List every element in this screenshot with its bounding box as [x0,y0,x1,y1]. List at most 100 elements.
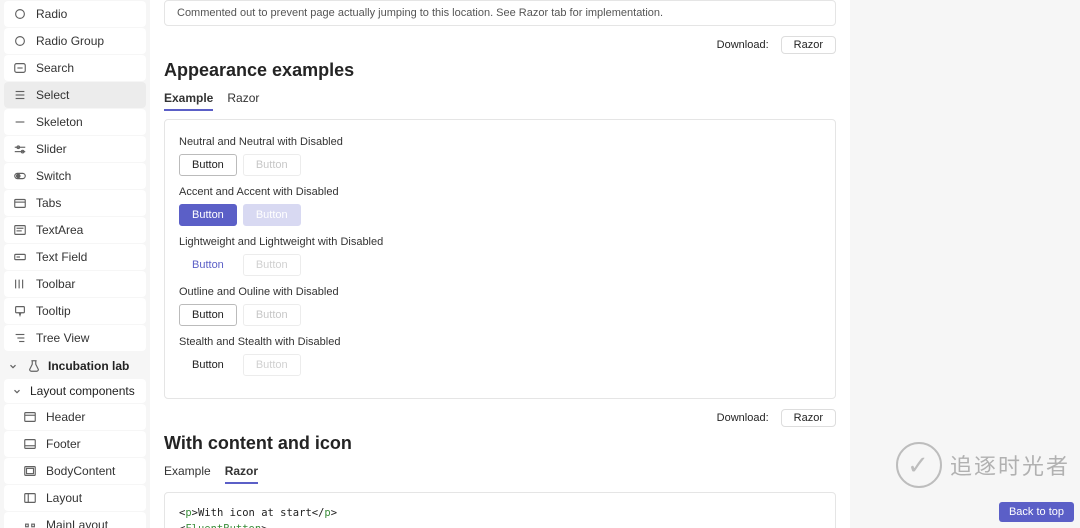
example-label: Stealth and Stealth with Disabled [179,336,821,348]
sidebar-item-tooltip[interactable]: Tooltip [4,298,146,324]
lightweight-button-disabled: Button [243,254,301,276]
stealth-button[interactable]: Button [179,354,237,376]
slider-icon [12,141,28,157]
download-row-1: Download: Razor [164,36,836,54]
tab-example-2[interactable]: Example [164,460,211,484]
sidebar-item-search[interactable]: Search [4,55,146,81]
dash-icon [12,114,28,130]
section1-tabs: Example Razor [164,87,836,111]
textarea-icon [12,222,28,238]
tab-razor[interactable]: Razor [227,87,259,111]
sidebar-item-label: Layout [46,491,82,505]
sidebar-item-label: TextArea [36,223,83,237]
download-label: Download: [717,412,769,424]
sidebar-item-label: Select [36,88,69,102]
layout-icon [22,490,38,506]
sidebar-item-label: Footer [46,437,81,451]
sidebar-item-label: Toolbar [36,277,75,291]
accent-button-disabled: Button [243,204,301,226]
watermark-text: 追逐时光者 [950,449,1070,481]
sidebar-item-toolbar[interactable]: Toolbar [4,271,146,297]
right-gutter: ✓ 追逐时光者 Back to top [850,0,1080,528]
sidebar-item-radio[interactable]: Radio [4,1,146,27]
sidebar-item-label: Search [36,61,74,75]
download-option[interactable]: Razor [781,36,836,54]
sidebar-item-tabs[interactable]: Tabs [4,190,146,216]
sidebar-item-label: Tooltip [36,304,71,318]
sidebar-item-label: Slider [36,142,67,156]
download-option[interactable]: Razor [781,409,836,427]
section2-tabs: Example Razor [164,460,836,484]
button-row-neutral: Button Button [179,154,821,176]
sidebar-subgroup-layout-components[interactable]: Layout components [4,379,146,403]
body-icon [22,463,38,479]
toolbar-icon [12,276,28,292]
button-row-stealth: Button Button [179,354,821,376]
search-icon [12,60,28,76]
lightweight-button[interactable]: Button [179,254,237,276]
sidebar-item-label: Radio [36,7,67,21]
outline-button-disabled: Button [243,304,301,326]
accent-button[interactable]: Button [179,204,237,226]
sidebar-item-label: MainLayout [46,518,108,528]
example-label: Accent and Accent with Disabled [179,186,821,198]
example-label: Outline and Ouline with Disabled [179,286,821,298]
header-icon [22,409,38,425]
sidebar: Radio Radio Group Search Select Skeleton Slid… [0,0,150,528]
circle-icon [12,6,28,22]
sidebar-item-select[interactable]: Select [4,82,146,108]
section-appearance-title: Appearance examples [164,60,836,81]
sidebar-item-label: Tree View [36,331,89,345]
tabs-icon [12,195,28,211]
download-row-2: Download: Razor [164,409,836,427]
switch-icon [12,168,28,184]
watermark-icon: ✓ [896,442,942,488]
textfield-icon [12,249,28,265]
stealth-button-disabled: Button [243,354,301,376]
info-banner: Commented out to prevent page actually j… [164,0,836,26]
sidebar-item-radio-group[interactable]: Radio Group [4,28,146,54]
sidebar-item-textarea[interactable]: TextArea [4,217,146,243]
sidebar-item-header[interactable]: Header [4,404,146,430]
tab-razor-2[interactable]: Razor [225,460,258,484]
back-to-top-button[interactable]: Back to top [999,502,1074,522]
tab-example[interactable]: Example [164,87,213,111]
sidebar-item-bodycontent[interactable]: BodyContent [4,458,146,484]
appearance-card: Neutral and Neutral with DisabledButtonB… [164,119,836,399]
sidebar-subgroup-label: Layout components [30,384,135,398]
neutral-button[interactable]: Button [179,154,237,176]
sidebar-item-label: Text Field [36,250,87,264]
sidebar-item-label: Tabs [36,196,61,210]
sidebar-item-mainlayout[interactable]: MainLayout [4,512,146,528]
button-row-lightweight: Button Button [179,254,821,276]
button-row-accent: Button Button [179,204,821,226]
sidebar-item-label: Radio Group [36,34,104,48]
sidebar-item-label: Header [46,410,85,424]
chevron-down-icon [8,360,20,372]
example-label: Lightweight and Lightweight with Disable… [179,236,821,248]
sidebar-item-footer[interactable]: Footer [4,431,146,457]
tree-icon [12,330,28,346]
main-content: Commented out to prevent page actually j… [150,0,850,528]
watermark: ✓ 追逐时光者 [896,442,1070,488]
sidebar-item-skeleton[interactable]: Skeleton [4,109,146,135]
sidebar-item-label: Switch [36,169,71,183]
mainlayout-icon [22,517,38,528]
sidebar-group-incubation-lab[interactable]: Incubation lab [4,352,146,378]
sidebar-item-label: BodyContent [46,464,115,478]
sidebar-item-tree-view[interactable]: Tree View [4,325,146,351]
outline-button[interactable]: Button [179,304,237,326]
code-block: <p>With icon at start</p> <FluentButton>… [179,505,821,528]
section-content-icon-title: With content and icon [164,433,836,454]
sidebar-item-text-field[interactable]: Text Field [4,244,146,270]
sidebar-item-label: Skeleton [36,115,83,129]
neutral-button-disabled: Button [243,154,301,176]
tooltip-icon [12,303,28,319]
chevron-down-icon [12,385,24,397]
sidebar-item-layout[interactable]: Layout [4,485,146,511]
sidebar-item-slider[interactable]: Slider [4,136,146,162]
footer-icon [22,436,38,452]
download-label: Download: [717,39,769,51]
button-row-outline: Button Button [179,304,821,326]
sidebar-item-switch[interactable]: Switch [4,163,146,189]
